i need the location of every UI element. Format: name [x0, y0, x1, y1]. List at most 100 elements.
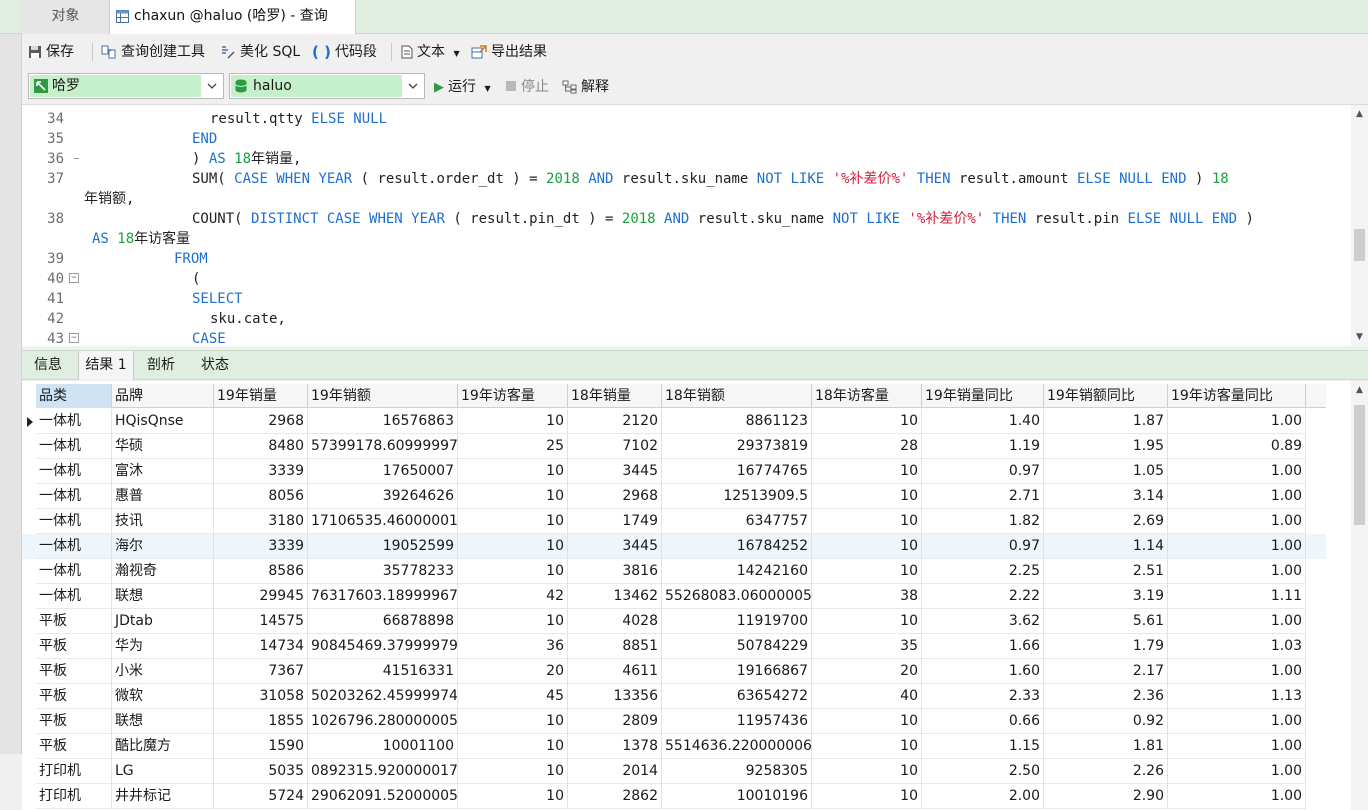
- cell-amount-18[interactable]: 9258305: [662, 759, 812, 784]
- cell-category[interactable]: 一体机: [36, 559, 112, 584]
- cell-qty-18[interactable]: 1749: [568, 509, 662, 534]
- cell-qty-19[interactable]: 1855: [214, 709, 308, 734]
- connection-select[interactable]: 哈罗: [28, 73, 224, 99]
- cell-qty-19[interactable]: 1590: [214, 734, 308, 759]
- cell-amount-yoy[interactable]: 1.79: [1044, 634, 1168, 659]
- cell-qty-18[interactable]: 2968: [568, 484, 662, 509]
- export-results-button[interactable]: 导出结果: [471, 34, 547, 70]
- cell-amount-yoy[interactable]: 3.19: [1044, 584, 1168, 609]
- cell-visitors-yoy[interactable]: 1.00: [1168, 659, 1306, 684]
- cell-amount-yoy[interactable]: 2.90: [1044, 784, 1168, 809]
- explain-button[interactable]: 解释: [562, 70, 609, 104]
- grid-scrollbar[interactable]: ▲: [1351, 381, 1368, 810]
- table-row[interactable]: 一体机 瀚视奇 8586 35778233 10 3816 14242160 10 2.25 2.…: [22, 559, 1326, 584]
- cell-amount-19[interactable]: 17106535.46000001: [308, 509, 458, 534]
- row-indicator[interactable]: [22, 484, 36, 509]
- cell-visitors-18[interactable]: 40: [812, 684, 922, 709]
- cell-amount-yoy[interactable]: 1.95: [1044, 434, 1168, 459]
- cell-qty-18[interactable]: 3816: [568, 559, 662, 584]
- cell-qty-yoy[interactable]: 1.60: [922, 659, 1044, 684]
- cell-qty-yoy[interactable]: 2.00: [922, 784, 1044, 809]
- fold-toggle-icon[interactable]: −: [69, 273, 79, 283]
- cell-amount-19[interactable]: 19052599: [308, 534, 458, 559]
- cell-qty-18[interactable]: 3445: [568, 459, 662, 484]
- cell-category[interactable]: 打印机: [36, 759, 112, 784]
- cell-visitors-19[interactable]: 10: [458, 409, 568, 434]
- table-row[interactable]: 平板 联想 1855 1026796.280000005 10 2809 11957436 1…: [22, 709, 1326, 734]
- column-header-qty-18[interactable]: 18年销量: [568, 384, 662, 408]
- scroll-up-icon[interactable]: ▲: [1354, 109, 1365, 120]
- row-indicator[interactable]: [22, 534, 36, 559]
- beautify-sql-button[interactable]: 美化 SQL: [220, 34, 300, 70]
- cell-qty-18[interactable]: 4611: [568, 659, 662, 684]
- cell-amount-19[interactable]: 0892315.920000017: [308, 759, 458, 784]
- cell-amount-19[interactable]: 1026796.280000005: [308, 709, 458, 734]
- cell-brand[interactable]: 技讯: [112, 509, 214, 534]
- cell-amount-19[interactable]: 66878898: [308, 609, 458, 634]
- row-indicator[interactable]: [22, 634, 36, 659]
- cell-brand[interactable]: 联想: [112, 709, 214, 734]
- cell-amount-19[interactable]: 50203262.45999974: [308, 684, 458, 709]
- cell-brand[interactable]: 华为: [112, 634, 214, 659]
- result-grid[interactable]: 品类 品牌 19年销量 19年销额 19年访客量 18年销量 18年销额 18年访客量 19年销…: [22, 381, 1368, 810]
- cell-amount-18[interactable]: 16774765: [662, 459, 812, 484]
- cell-amount-18[interactable]: 29373819: [662, 434, 812, 459]
- cell-category[interactable]: 平板: [36, 634, 112, 659]
- table-row[interactable]: 平板 华为 14734 90845469.37999979 36 8851 50784229…: [22, 634, 1326, 659]
- cell-category[interactable]: 平板: [36, 659, 112, 684]
- row-indicator[interactable]: [22, 584, 36, 609]
- cell-qty-19[interactable]: 2968: [214, 409, 308, 434]
- cell-amount-18[interactable]: 8861123: [662, 409, 812, 434]
- cell-visitors-18[interactable]: 10: [812, 759, 922, 784]
- run-button[interactable]: ▶ 运行 ▼: [434, 70, 491, 104]
- row-indicator[interactable]: [22, 759, 36, 784]
- row-indicator[interactable]: [22, 609, 36, 634]
- cell-amount-yoy[interactable]: 1.81: [1044, 734, 1168, 759]
- cell-category[interactable]: 一体机: [36, 584, 112, 609]
- cell-amount-18[interactable]: 6347757: [662, 509, 812, 534]
- cell-visitors-yoy[interactable]: 1.00: [1168, 559, 1306, 584]
- cell-qty-yoy[interactable]: 3.62: [922, 609, 1044, 634]
- cell-brand[interactable]: LG: [112, 759, 214, 784]
- cell-visitors-18[interactable]: 35: [812, 634, 922, 659]
- cell-qty-18[interactable]: 7102: [568, 434, 662, 459]
- grid-scroll-thumb[interactable]: [1354, 405, 1365, 525]
- cell-qty-yoy[interactable]: 0.66: [922, 709, 1044, 734]
- scroll-up-icon[interactable]: ▲: [1354, 385, 1365, 396]
- cell-visitors-yoy[interactable]: 1.00: [1168, 459, 1306, 484]
- cell-amount-yoy[interactable]: 2.36: [1044, 684, 1168, 709]
- cell-qty-18[interactable]: 4028: [568, 609, 662, 634]
- cell-amount-18[interactable]: 12513909.5: [662, 484, 812, 509]
- cell-qty-18[interactable]: 3445: [568, 534, 662, 559]
- cell-amount-18[interactable]: 55268083.06000005: [662, 584, 812, 609]
- editor-scroll-thumb[interactable]: [1354, 229, 1365, 261]
- table-row[interactable]: 平板 小米 7367 41516331 20 4611 19166867 20 1.60 2.17…: [22, 659, 1326, 684]
- cell-qty-18[interactable]: 2120: [568, 409, 662, 434]
- cell-brand[interactable]: 华硕: [112, 434, 214, 459]
- row-indicator[interactable]: [22, 734, 36, 759]
- cell-qty-18[interactable]: 13356: [568, 684, 662, 709]
- cell-visitors-yoy[interactable]: 1.00: [1168, 484, 1306, 509]
- cell-visitors-19[interactable]: 20: [458, 659, 568, 684]
- cell-amount-yoy[interactable]: 3.14: [1044, 484, 1168, 509]
- cell-visitors-19[interactable]: 10: [458, 459, 568, 484]
- cell-visitors-yoy[interactable]: 1.00: [1168, 409, 1306, 434]
- fold-toggle-icon[interactable]: −: [69, 333, 79, 343]
- tab-result-1[interactable]: 结果 1: [78, 351, 134, 380]
- cell-visitors-yoy[interactable]: 1.00: [1168, 709, 1306, 734]
- cell-qty-yoy[interactable]: 2.50: [922, 759, 1044, 784]
- cell-visitors-18[interactable]: 10: [812, 409, 922, 434]
- cell-qty-yoy[interactable]: 2.71: [922, 484, 1044, 509]
- cell-brand[interactable]: 富沐: [112, 459, 214, 484]
- table-row[interactable]: 平板 微软 31058 50203262.45999974 45 13356 6365427…: [22, 684, 1326, 709]
- cell-category[interactable]: 一体机: [36, 434, 112, 459]
- cell-qty-19[interactable]: 8586: [214, 559, 308, 584]
- database-select[interactable]: haluo: [229, 73, 425, 99]
- cell-brand[interactable]: HQisQnse: [112, 409, 214, 434]
- cell-qty-19[interactable]: 3180: [214, 509, 308, 534]
- column-header-amount-18[interactable]: 18年销额: [662, 384, 812, 408]
- cell-qty-yoy[interactable]: 2.22: [922, 584, 1044, 609]
- cell-visitors-19[interactable]: 10: [458, 484, 568, 509]
- text-mode-button[interactable]: 文本 ▼: [401, 34, 460, 70]
- cell-visitors-yoy[interactable]: 1.00: [1168, 534, 1306, 559]
